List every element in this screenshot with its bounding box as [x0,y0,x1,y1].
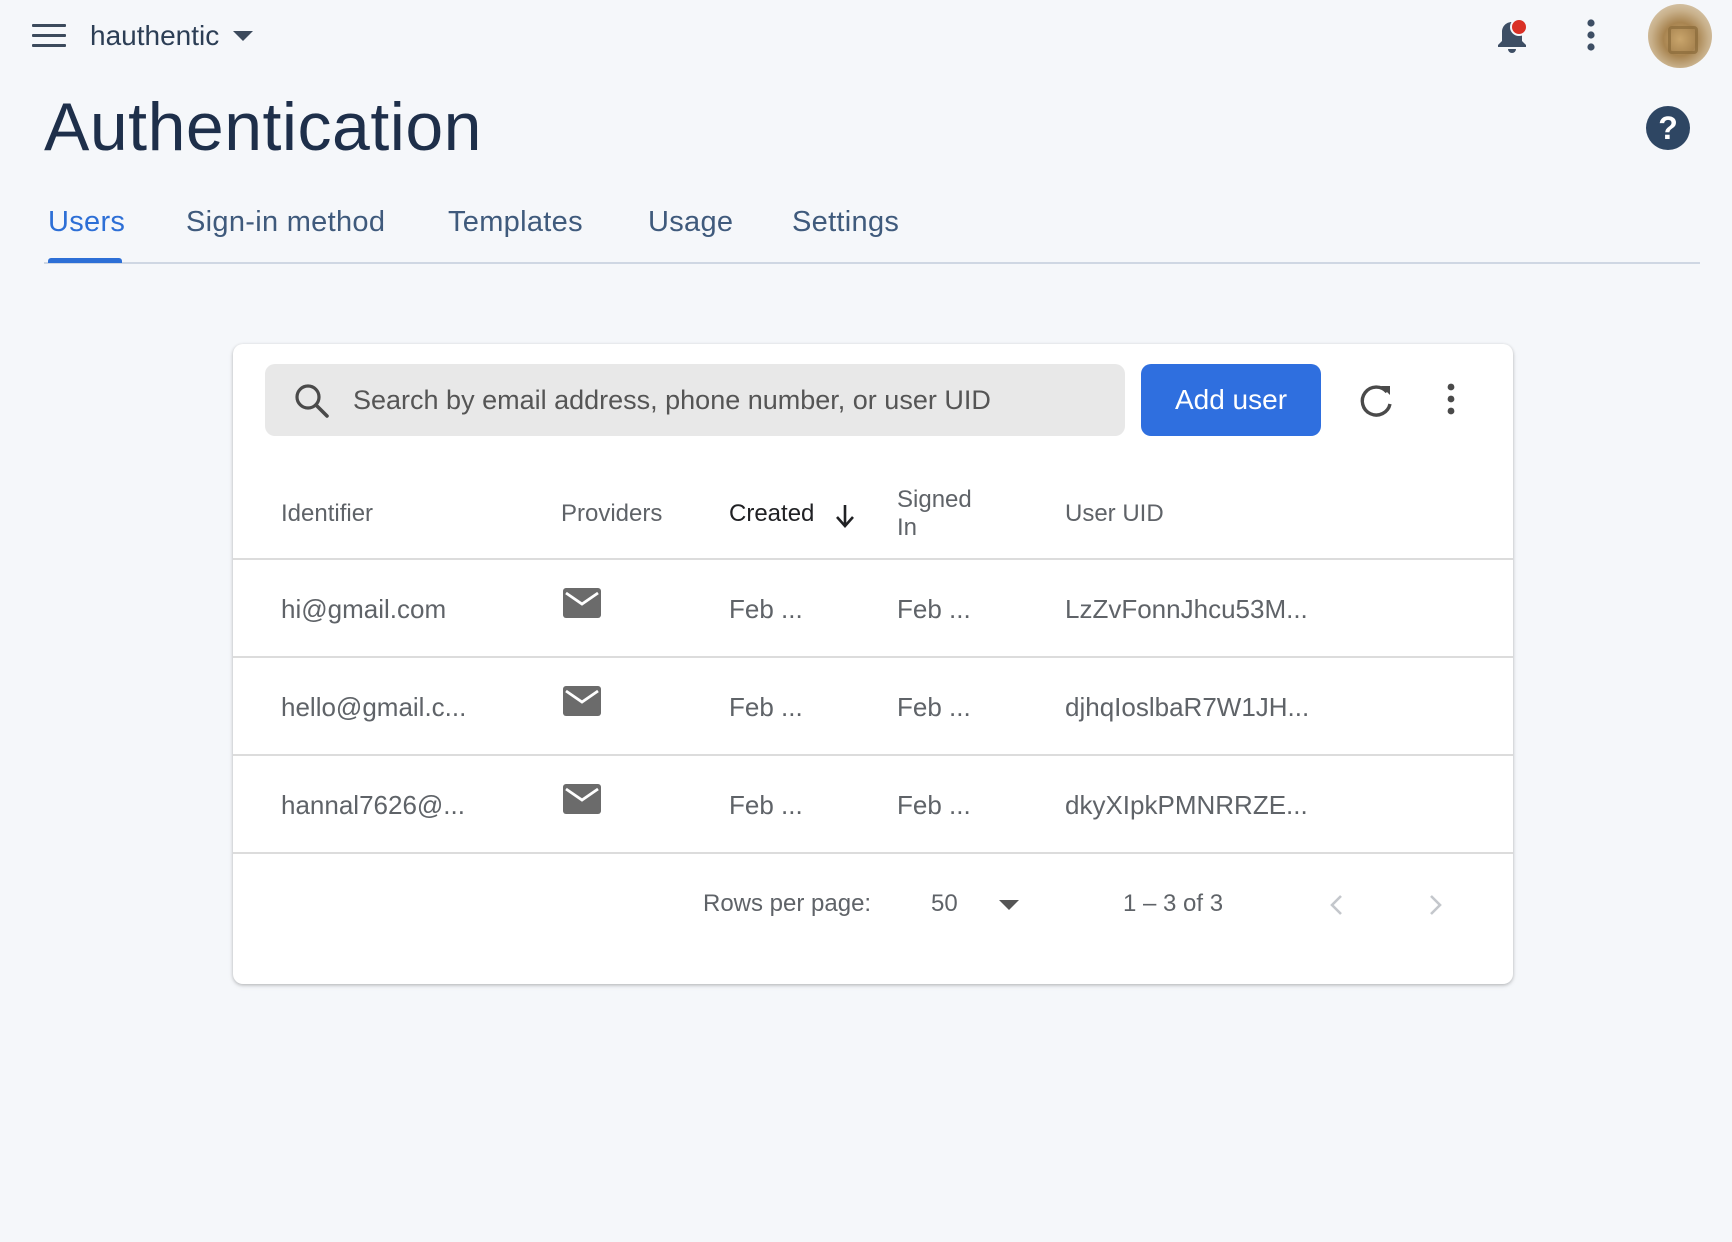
menu-icon[interactable] [30,22,70,52]
tab-usage[interactable]: Usage [648,206,733,239]
cell-created: Feb ... [729,594,803,624]
cell-signed-in: Feb ... [897,692,971,722]
more-vert-icon[interactable] [1439,380,1463,422]
cell-user-uid: LzZvFonnJhcu53M... [1065,594,1308,624]
cell-identifier: hi@gmail.com [281,594,447,624]
column-user-uid[interactable]: User UID [1065,500,1164,528]
chevron-left-icon[interactable] [1325,890,1349,920]
caret-down-icon[interactable] [999,900,1019,910]
table-row[interactable]: hello@gmail.c... Feb ... Feb ... djhqIos… [233,658,1513,756]
help-icon[interactable]: ? [1646,106,1690,150]
email-icon [563,686,601,716]
cell-identifier: hello@gmail.c... [281,692,467,722]
sort-arrow-down-icon[interactable] [833,502,857,530]
more-vert-icon[interactable] [1576,16,1606,56]
column-identifier[interactable]: Identifier [281,500,373,528]
column-signed-in[interactable]: Signed In [897,486,997,542]
tab-settings[interactable]: Settings [792,206,899,239]
column-created[interactable]: Created [729,500,814,528]
tab-templates[interactable]: Templates [448,206,583,239]
add-user-button[interactable]: Add user [1141,364,1321,436]
caret-down-icon [233,31,254,41]
email-icon [563,588,601,618]
rows-per-page-select[interactable]: 50 [931,890,958,918]
column-providers[interactable]: Providers [561,500,662,528]
page-range: 1 – 3 of 3 [1123,890,1224,917]
users-table-card: Add user Identifier Providers Created Si… [233,344,1513,984]
chevron-right-icon[interactable] [1423,890,1447,920]
tab-bar: Users Sign-in method Templates Usage Set… [44,196,1700,264]
table-row[interactable]: hi@gmail.com Feb ... Feb ... LzZvFonnJhc… [233,560,1513,658]
user-avatar[interactable] [1648,4,1712,68]
table-header: Identifier Providers Created Signed In U… [233,460,1513,560]
bell-icon[interactable] [1490,14,1534,58]
project-name: hauthentic [90,20,220,51]
cell-created: Feb ... [729,790,803,820]
cell-created: Feb ... [729,692,803,722]
cell-identifier: hannal7626@... [281,790,465,820]
pagination-bar: Rows per page: 50 1 – 3 of 3 [233,840,1513,940]
search-icon [295,384,329,418]
cell-user-uid: dkyXIpkPMNRRZE... [1065,790,1308,820]
rows-per-page-label: Rows per page: [703,890,872,917]
cell-user-uid: djhqIoslbaR7W1JH... [1065,692,1310,722]
refresh-icon[interactable] [1355,380,1397,422]
cell-signed-in: Feb ... [897,594,971,624]
cell-signed-in: Feb ... [897,790,971,820]
tab-sign-in-method[interactable]: Sign-in method [186,206,385,239]
search-bar[interactable] [265,364,1125,436]
tab-users[interactable]: Users [48,206,125,239]
search-input[interactable] [353,364,1113,436]
project-selector[interactable]: hauthentic [90,16,254,56]
page-title: Authentication [44,89,482,165]
top-app-bar: hauthentic [0,0,1732,72]
active-tab-indicator [48,258,122,263]
email-icon [563,784,601,814]
